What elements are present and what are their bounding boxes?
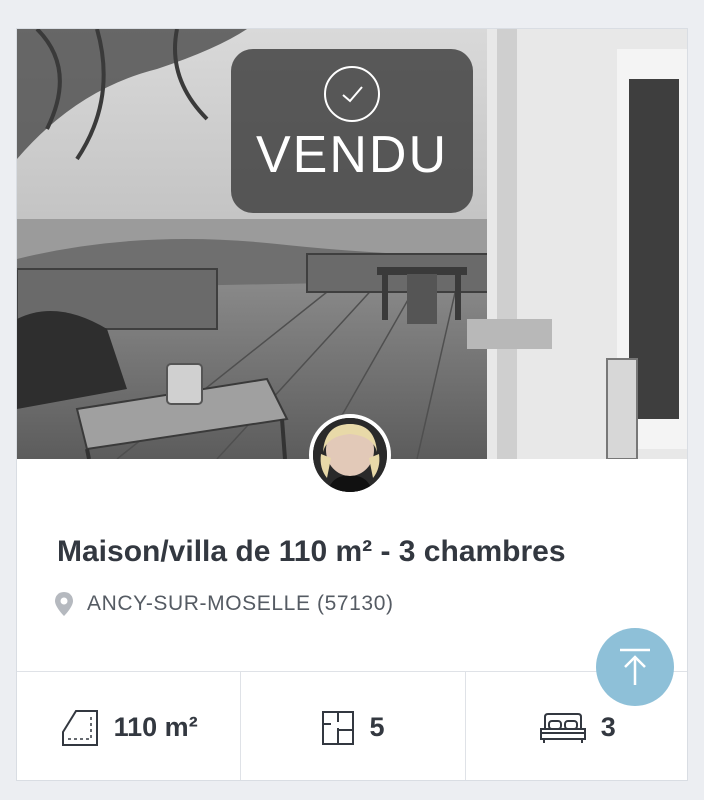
bed-icon (539, 712, 586, 743)
listing-title[interactable]: Maison/villa de 110 m² - 3 chambres (57, 535, 566, 569)
arrow-up-icon (620, 648, 650, 685)
listing-location: ANCY-SUR-MOSELLE (57130) (53, 591, 394, 617)
agent-avatar[interactable] (309, 414, 391, 496)
floor-plan-icon (322, 710, 355, 745)
scroll-to-top-button[interactable] (596, 628, 674, 706)
location-pin-icon (55, 592, 73, 616)
sold-badge: VENDU (231, 49, 473, 213)
sold-status-label: VENDU (255, 126, 449, 184)
feature-surface: 110 m² (17, 672, 242, 780)
listing-card[interactable]: VENDU Maison/villa de 110 m² - 3 chambre… (16, 28, 688, 781)
agent-avatar-icon (313, 418, 387, 492)
surface-area-icon (61, 709, 98, 746)
feature-rooms: 5 (241, 672, 466, 780)
bedrooms-value: 3 (600, 712, 616, 742)
features-bar: 110 m² 5 3 (17, 671, 687, 780)
listing-photo[interactable]: VENDU (17, 29, 687, 459)
surface-value: 110 m² (113, 712, 198, 742)
rooms-value: 5 (369, 712, 385, 742)
location-text: ANCY-SUR-MOSELLE (57130) (87, 592, 394, 615)
check-circle-icon (324, 66, 380, 122)
